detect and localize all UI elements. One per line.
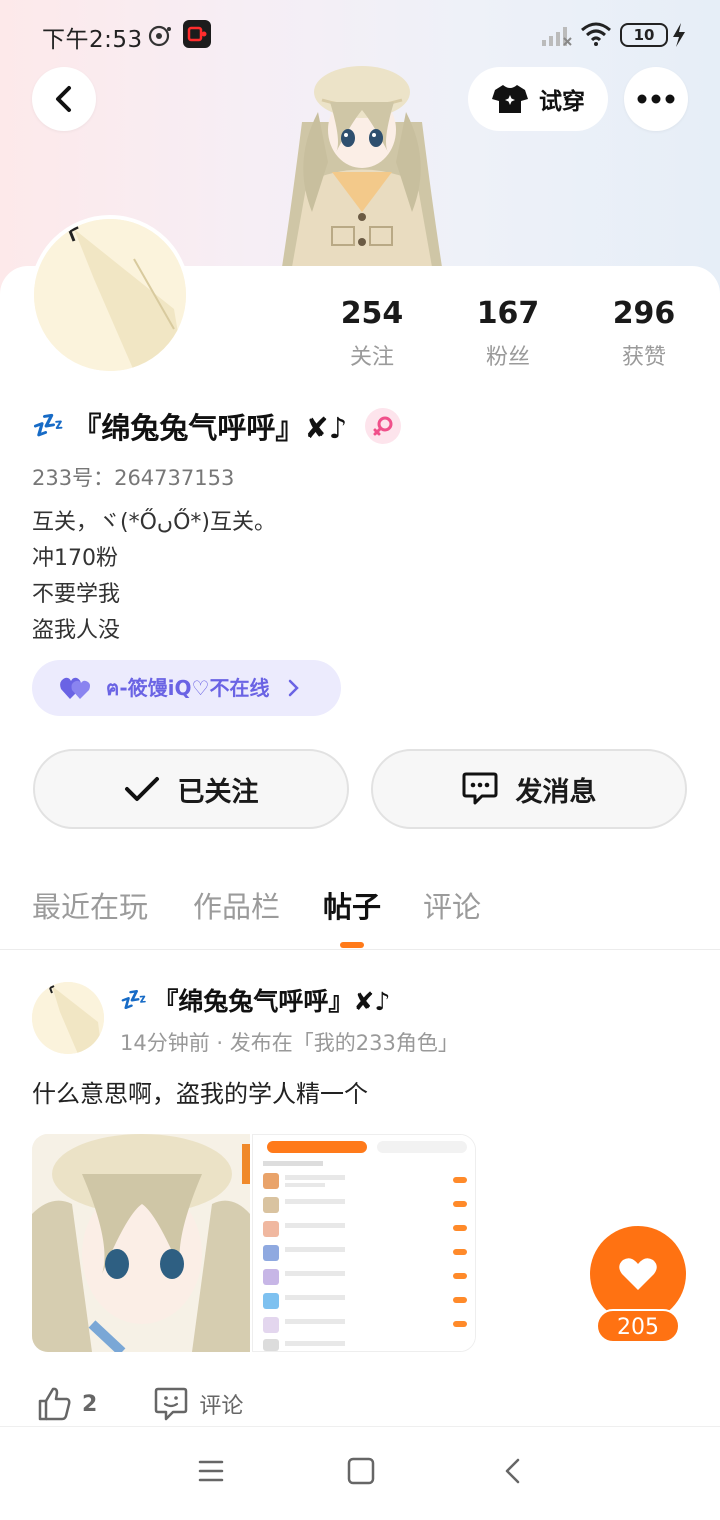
friend-tag-pill[interactable]: ฅ-筱馒iQ♡不在线: [32, 660, 341, 716]
character-avatar-image[interactable]: [272, 52, 452, 282]
comment-icon: [155, 1387, 188, 1421]
post-meta: 14分钟前 · 发布在「我的233角色」: [120, 1031, 459, 1055]
back-button[interactable]: [32, 67, 96, 131]
back-icon: [56, 86, 71, 112]
thumbs-up-icon: [38, 1387, 71, 1421]
likes-label: 获赞: [621, 345, 666, 370]
like-fab-count: 205: [596, 1309, 680, 1343]
comment-button[interactable]: 评论: [153, 1386, 243, 1422]
bio-line: 盗我人没: [32, 618, 121, 643]
battery-level: 10: [633, 26, 655, 44]
bio-line: 冲170粉: [32, 546, 118, 571]
try-on-button[interactable]: 试穿: [468, 67, 608, 131]
sleep-emoji: 💤: [120, 987, 148, 1013]
wifi-icon: [581, 22, 611, 46]
profile-avatar[interactable]: [30, 215, 190, 375]
like-button[interactable]: 2: [36, 1386, 97, 1422]
avatar-image: [32, 982, 104, 1054]
notification-icon: [148, 25, 171, 47]
like-fab-button[interactable]: [590, 1226, 686, 1322]
bio: 互关，ヾ(*ŐںŐ*)互关。 冲170粉 不要学我 盗我人没: [32, 505, 276, 649]
bio-line: 不要学我: [32, 582, 121, 607]
post-author-name[interactable]: 💤 『绵兔兔气呼呼』✘♪: [120, 982, 390, 1018]
tab-divider: [0, 949, 720, 950]
back-nav-icon[interactable]: [502, 1457, 522, 1485]
double-heart-icon: [60, 677, 90, 699]
followed-button[interactable]: 已关注: [33, 749, 349, 829]
tab-works[interactable]: 作品栏: [193, 884, 280, 926]
status-time: 下午2:53: [42, 27, 143, 53]
followed-label: 已关注: [177, 776, 259, 808]
post-author-avatar[interactable]: [32, 982, 104, 1054]
home-icon[interactable]: [347, 1457, 375, 1485]
sleep-emoji: 💤: [32, 411, 65, 441]
user-id: 233号：264737153: [32, 466, 235, 490]
menu-icon[interactable]: [198, 1457, 224, 1485]
battery-icon: 10: [620, 23, 668, 47]
status-bar: 下午2:53 10: [0, 0, 720, 70]
message-button[interactable]: 发消息: [371, 749, 687, 829]
tab-comments[interactable]: 评论: [423, 884, 481, 926]
comment-label: 评论: [199, 1394, 244, 1419]
tab-posts[interactable]: 帖子: [323, 884, 381, 926]
check-icon: [124, 777, 159, 801]
likes-count: 296: [612, 296, 676, 331]
stat-followers[interactable]: 167 粉丝: [453, 296, 563, 371]
tab-recently-played[interactable]: 最近在玩: [32, 884, 148, 926]
message-label: 发消息: [515, 776, 597, 808]
system-navigation-bar: [0, 1426, 720, 1520]
post-image[interactable]: [32, 1134, 250, 1352]
character-closeup-image: [32, 1134, 250, 1352]
post-author-label: 『绵兔兔气呼呼』✘♪: [153, 987, 391, 1016]
nickname-row: 💤 『绵兔兔气呼呼』✘♪: [32, 404, 402, 448]
female-gender-icon: [365, 408, 402, 444]
followers-count: 167: [476, 296, 540, 331]
post-image[interactable]: [252, 1134, 476, 1352]
friend-tag-label: ฅ-筱馒iQ♡不在线: [106, 676, 270, 700]
more-button[interactable]: [624, 67, 688, 131]
followers-label: 粉丝: [485, 345, 530, 370]
app-screenshot-image: [253, 1135, 475, 1351]
profile-page: 下午2:53 10 试穿 254 关注 167 粉丝 296 获赞 💤 『绵兔兔…: [0, 0, 720, 1520]
following-label: 关注: [349, 345, 394, 370]
shirt-icon: [492, 85, 528, 113]
more-icon: [637, 94, 675, 104]
nickname: 『绵兔兔气呼呼』✘♪: [72, 411, 348, 445]
charging-icon: [673, 23, 685, 47]
post-text[interactable]: 什么意思啊，盗我的学人精一个: [32, 1074, 368, 1109]
like-count: 2: [82, 1391, 98, 1417]
stat-likes[interactable]: 296 获赞: [589, 296, 699, 371]
post-actions: 2 评论: [36, 1386, 299, 1422]
stat-following[interactable]: 254 关注: [317, 296, 427, 371]
avatar-image: [34, 219, 186, 371]
chat-bubble-icon: [462, 772, 497, 805]
active-tab-indicator: [340, 942, 364, 948]
signal-icon: [542, 27, 572, 46]
following-count: 254: [340, 296, 404, 331]
screen-recorder-icon: [183, 20, 211, 48]
heart-icon: [619, 1258, 657, 1290]
bio-line: 互关，ヾ(*ŐںŐ*)互关。: [32, 510, 276, 535]
chevron-right-icon: [289, 679, 300, 697]
try-on-label: 试穿: [539, 89, 585, 115]
